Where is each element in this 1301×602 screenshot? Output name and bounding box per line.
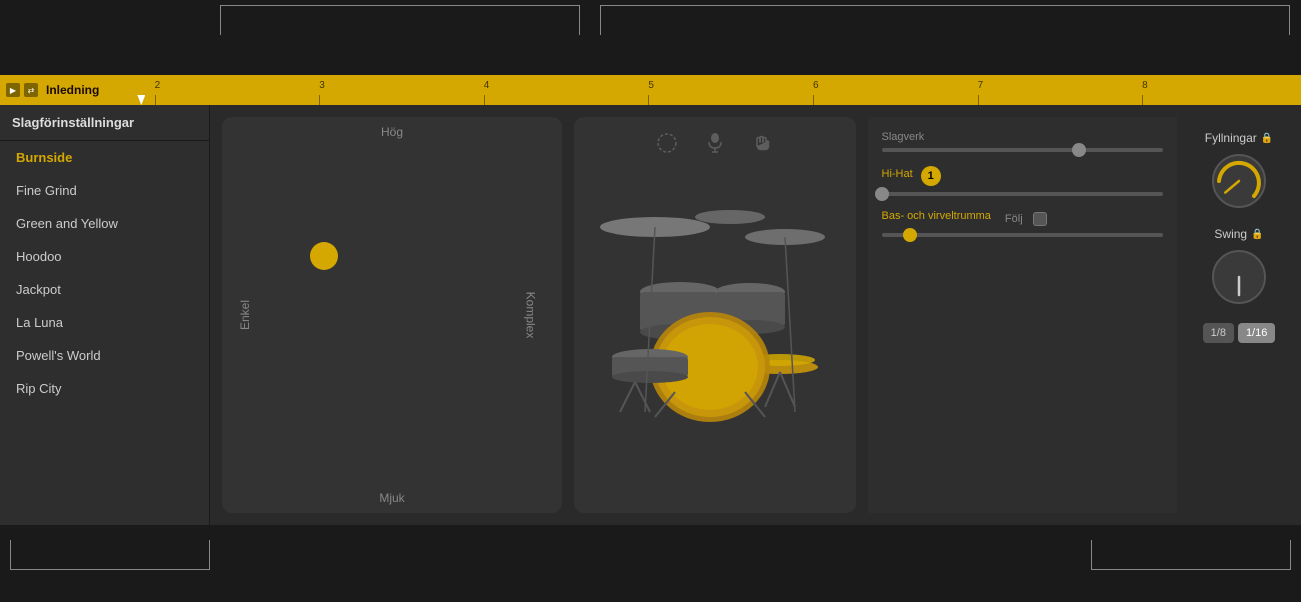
swing-section: Swing 🔒	[1199, 227, 1279, 307]
fyllningar-label: Fyllningar 🔒	[1205, 131, 1273, 145]
sidebar-item-green-and-yellow[interactable]: Green and Yellow	[0, 207, 209, 240]
ruler[interactable]: ▶ ⇄ Inledning 2 3 4 5 6 7 8	[0, 75, 1301, 105]
xy-pad[interactable]: Hög Mjuk Enkel Komplex	[222, 117, 562, 513]
drum-area	[574, 117, 856, 513]
follow-label: Följ	[1005, 213, 1023, 225]
sidebar-item-hoodoo[interactable]: Hoodoo	[0, 240, 209, 273]
hihat-label: Hi-Hat	[882, 168, 913, 180]
follow-row: Bas- och virveltrumma Följ	[882, 210, 1164, 227]
sidebar-item-rip-city[interactable]: Rip City	[0, 372, 209, 405]
percussion-label: Slagverk	[882, 131, 1164, 143]
hihat-slider[interactable]	[882, 192, 1164, 196]
sidebar-item-jackpot[interactable]: Jackpot	[0, 273, 209, 306]
tick-2: 2	[155, 80, 161, 91]
xy-label-bottom: Mjuk	[379, 491, 404, 505]
hand-icon[interactable]	[749, 129, 777, 157]
tick-8: 8	[1142, 80, 1148, 91]
play-icon[interactable]: ▶	[6, 83, 20, 97]
top-area	[0, 0, 1301, 75]
swing-knob[interactable]	[1209, 247, 1269, 307]
hihat-control: Hi-Hat 1	[882, 166, 1164, 196]
hihat-row: Hi-Hat 1	[882, 166, 1164, 186]
frac-eighth-button[interactable]: 1/8	[1203, 323, 1234, 343]
bass-thumb[interactable]	[903, 228, 917, 242]
percussion-slider[interactable]	[882, 148, 1164, 152]
tick-6: 6	[813, 80, 819, 91]
fyllningar-lock-icon[interactable]: 🔒	[1261, 133, 1273, 144]
fyllningar-knob[interactable]	[1209, 151, 1269, 211]
ruler-title: Inledning	[46, 83, 99, 97]
sidebar-item-fine-grind[interactable]: Fine Grind	[0, 174, 209, 207]
hihat-badge: 1	[921, 166, 941, 186]
fraction-buttons: 1/8 1/16	[1203, 323, 1276, 343]
hihat-thumb[interactable]	[875, 187, 889, 201]
fyllningar-panel: Fyllningar 🔒 Swing 🔒	[1189, 117, 1289, 513]
sidebar: Slagförinställningar Burnside Fine Grind…	[0, 105, 210, 525]
percussion-control: Slagverk	[882, 131, 1164, 152]
swing-label: Swing 🔒	[1214, 227, 1263, 241]
bottom-area	[0, 525, 1301, 602]
tick-7: 7	[978, 80, 984, 91]
drum-controls: Slagverk Hi-Hat 1 Bas- och virveltrumma	[868, 117, 1178, 513]
bass-slider[interactable]	[882, 233, 1164, 237]
drum-icons-row	[574, 117, 856, 157]
bracket-bottom-right	[1091, 540, 1291, 570]
main-area: Slagförinställningar Burnside Fine Grind…	[0, 105, 1301, 525]
sidebar-item-la-luna[interactable]: La Luna	[0, 306, 209, 339]
tick-3: 3	[319, 80, 325, 91]
bass-control: Bas- och virveltrumma Följ	[882, 210, 1164, 237]
sidebar-item-burnside[interactable]: Burnside	[0, 141, 209, 174]
loop-icon[interactable]: ⇄	[24, 83, 38, 97]
xy-label-right: Komplex	[524, 292, 538, 339]
ruler-ticks: 2 3 4 5 6 7 8	[119, 75, 1295, 105]
xy-dot[interactable]	[310, 242, 338, 270]
ruler-icons: ▶ ⇄	[6, 83, 38, 97]
bracket-top-right	[600, 5, 1290, 35]
bass-label: Bas- och virveltrumma	[882, 210, 991, 222]
tick-4: 4	[484, 80, 490, 91]
mic-icon[interactable]	[701, 129, 729, 157]
drum-kit-svg	[575, 172, 855, 422]
hihat-select-icon[interactable]	[653, 129, 681, 157]
fyllningar-section: Fyllningar 🔒	[1199, 131, 1279, 211]
swing-lock-icon[interactable]: 🔒	[1251, 229, 1263, 240]
frac-sixteenth-button[interactable]: 1/16	[1238, 323, 1275, 343]
drum-kit-display	[574, 157, 856, 437]
tick-5: 5	[648, 80, 654, 91]
percussion-thumb[interactable]	[1072, 143, 1086, 157]
follow-checkbox[interactable]	[1033, 212, 1047, 226]
sidebar-header: Slagförinställningar	[0, 105, 209, 141]
sidebar-item-powells-world[interactable]: Powell's World	[0, 339, 209, 372]
bracket-top-left	[220, 5, 580, 35]
xy-label-left: Enkel	[238, 300, 252, 330]
xy-label-top: Hög	[381, 125, 403, 139]
content-area: Hög Mjuk Enkel Komplex	[210, 105, 1301, 525]
bracket-bottom-left	[10, 540, 210, 570]
